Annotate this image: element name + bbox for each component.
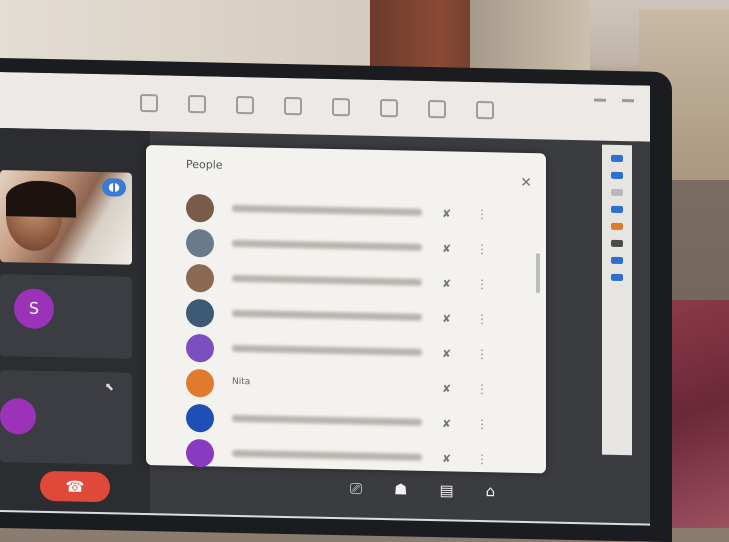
more-vertical-icon[interactable]: ⋮ [476, 451, 488, 465]
window-controls [594, 92, 634, 103]
side-tool-icon[interactable] [611, 154, 623, 163]
screen: ◖◗ S ⬉ ☎ People ✕ ✘ ⋮ ✘ ⋮ ✘ ⋮ ✘ ⋮ ✘ ⋮ Nita ✘ ⋮ ✘ ⋮ ✘ ⋮ ⎚… [0, 72, 650, 526]
side-toolbar [602, 144, 632, 456]
app-icon[interactable] [154, 520, 174, 526]
participant-name [232, 274, 422, 287]
mic-icon[interactable] [476, 100, 494, 120]
participant-avatar-tile[interactable]: S [0, 274, 132, 359]
mic-off-icon[interactable]: ✘ [442, 277, 454, 290]
participant-name [232, 344, 422, 357]
bottom-controls: ⎚ ☗ ▤ ⌂ [350, 479, 495, 500]
speaking-icon: ◖◗ [102, 178, 126, 197]
raise-hand-icon[interactable] [236, 95, 254, 115]
side-tool-icon[interactable] [611, 222, 623, 231]
chat-icon[interactable]: ▤ [439, 481, 453, 499]
reactions-icon[interactable] [284, 96, 302, 116]
more-vertical-icon[interactable]: ⋮ [476, 311, 488, 325]
participant-name: Nita [232, 376, 251, 388]
people-panel: People ✕ ✘ ⋮ ✘ ⋮ ✘ ⋮ ✘ ⋮ ✘ ⋮ Nita ✘ ⋮ ✘ ⋮ ✘ ⋮ [146, 145, 546, 474]
participant-name [232, 309, 422, 322]
more-vertical-icon[interactable]: ⋮ [476, 241, 488, 255]
participant-row[interactable]: ✘ ⋮ [186, 435, 516, 477]
participant-name [232, 414, 422, 427]
avatar [186, 263, 214, 292]
phone-hangup-icon: ☎ [65, 477, 85, 496]
avatar [186, 438, 214, 467]
people-icon[interactable]: ☗ [394, 480, 407, 498]
avatar [186, 193, 214, 222]
side-tool-icon[interactable] [611, 171, 623, 180]
participant-list: ✘ ⋮ ✘ ⋮ ✘ ⋮ ✘ ⋮ ✘ ⋮ Nita ✘ ⋮ ✘ ⋮ ✘ ⋮ [186, 190, 516, 477]
avatar [186, 333, 214, 362]
video-stage: ◖◗ S ⬉ ☎ [0, 128, 150, 516]
participant-tile[interactable]: ⬉ [0, 370, 132, 465]
minimize-icon[interactable] [594, 98, 606, 102]
more-vertical-icon[interactable]: ⋮ [476, 346, 488, 360]
mic-off-icon[interactable]: ✘ [442, 347, 454, 360]
side-tool-icon[interactable] [611, 205, 623, 214]
side-tool-icon[interactable] [611, 188, 623, 197]
avatar [186, 228, 214, 257]
camera-icon[interactable] [428, 99, 446, 119]
more-icon[interactable] [380, 98, 398, 118]
people-icon[interactable] [188, 94, 206, 114]
mic-off-icon[interactable]: ✘ [442, 417, 454, 430]
scrollbar[interactable] [536, 253, 540, 294]
app-icon[interactable] [202, 521, 222, 526]
mic-off-icon[interactable]: ✘ [442, 242, 454, 255]
mic-off-icon[interactable]: ✘ [442, 312, 454, 325]
side-tool-icon[interactable] [611, 239, 623, 248]
chat-icon[interactable] [140, 93, 158, 113]
more-vertical-icon[interactable]: ⋮ [476, 206, 488, 220]
start-icon[interactable] [10, 517, 30, 526]
participant-name [232, 239, 422, 252]
side-tool-icon[interactable] [611, 256, 623, 265]
panel-title: People [186, 157, 223, 172]
laptop-frame: ◖◗ S ⬉ ☎ People ✕ ✘ ⋮ ✘ ⋮ ✘ ⋮ ✘ ⋮ ✘ ⋮ Nita ✘ ⋮ ✘ ⋮ ✘ ⋮ ⎚… [0, 58, 672, 542]
avatar [186, 403, 214, 432]
participant-name [232, 204, 422, 217]
more-vertical-icon[interactable]: ⋮ [476, 416, 488, 430]
avatar [0, 398, 36, 435]
folder-icon[interactable] [58, 518, 78, 526]
side-tool-icon[interactable] [611, 273, 623, 282]
curtain-light [470, 0, 590, 70]
more-icon[interactable]: ⌂ [486, 482, 496, 500]
close-icon[interactable]: ✕ [520, 175, 532, 191]
participant-video [6, 180, 76, 252]
leave-call-button[interactable]: ☎ [40, 470, 110, 503]
mic-off-icon[interactable]: ✘ [442, 207, 454, 220]
mic-off-icon[interactable]: ✘ [442, 382, 454, 395]
avatar [186, 368, 214, 397]
taskbar [0, 510, 650, 526]
cursor-icon: ⬉ [104, 380, 114, 394]
maximize-icon[interactable] [622, 99, 634, 103]
participant-video-tile[interactable]: ◖◗ [0, 170, 132, 265]
browser-icon[interactable] [106, 519, 126, 526]
participant-name [232, 449, 422, 462]
screen-share-icon[interactable]: ⎚ [350, 479, 362, 497]
mic-off-icon[interactable]: ✘ [442, 452, 454, 465]
avatar [186, 298, 214, 327]
more-vertical-icon[interactable]: ⋮ [476, 381, 488, 395]
more-vertical-icon[interactable]: ⋮ [476, 276, 488, 290]
avatar: S [14, 288, 54, 330]
view-icon[interactable] [332, 97, 350, 117]
